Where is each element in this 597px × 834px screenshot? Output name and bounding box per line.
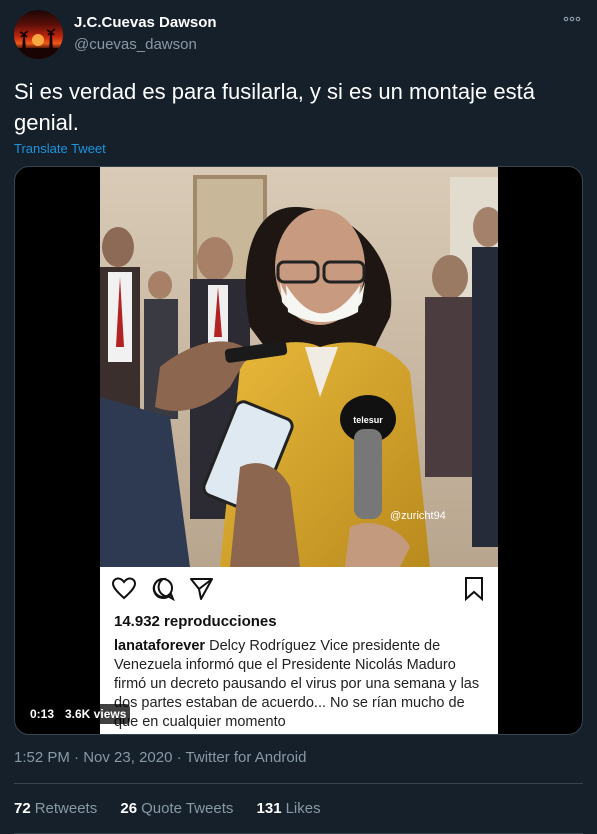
video-views-badge: 3.6K views xyxy=(61,704,131,724)
author-display-name[interactable]: J.C.Cuevas Dawson xyxy=(74,14,217,31)
likes-label: Likes xyxy=(285,800,321,817)
likes-count: 131 xyxy=(256,800,282,817)
heart-icon xyxy=(112,577,137,600)
quote-tweets-label: Quote Tweets xyxy=(141,800,234,817)
video-player[interactable]: telesur @zuricht94 14.932 reproducciones… xyxy=(14,166,583,735)
author-handle[interactable]: @cuevas_dawson xyxy=(74,36,197,53)
divider xyxy=(14,783,583,784)
translate-tweet-link[interactable]: Translate Tweet xyxy=(14,141,106,156)
tweet-time[interactable]: 1:52 PM xyxy=(14,749,70,766)
video-frame[interactable]: telesur @zuricht94 14.932 reproducciones… xyxy=(100,167,498,734)
tweet-stats: 72 Retweets 26 Quote Tweets 131 Likes xyxy=(14,800,340,817)
comment-icon xyxy=(152,577,175,601)
likes-stat[interactable]: 131 Likes xyxy=(257,800,321,817)
retweets-label: Retweets xyxy=(34,800,98,817)
meta-separator: · xyxy=(176,749,182,766)
tweet-meta: 1:52 PM · Nov 23, 2020 · Twitter for And… xyxy=(14,749,306,766)
retweets-count: 72 xyxy=(14,800,31,817)
caption-username: lanataforever xyxy=(114,638,206,654)
tweet-text: Si es verdad es para fusilarla, y si es … xyxy=(14,79,535,135)
avatar[interactable] xyxy=(14,10,63,59)
more-dots-icon[interactable] xyxy=(563,10,581,33)
video-timestamp-badge: 0:13 xyxy=(26,704,59,724)
retweets-stat[interactable]: 72 Retweets xyxy=(14,800,97,817)
video-watermark: @zuricht94 xyxy=(390,510,446,522)
instagram-caption: lanataforever Delcy Rodríguez Vice presi… xyxy=(114,637,489,732)
share-icon xyxy=(190,578,213,600)
quote-tweets-stat[interactable]: 26 Quote Tweets xyxy=(120,800,233,817)
reproducciones-count: 14.932 reproducciones xyxy=(114,613,277,630)
instagram-action-icons xyxy=(112,577,483,601)
mic-label: telesur xyxy=(353,415,383,425)
meta-separator: · xyxy=(74,749,80,766)
bookmark-icon xyxy=(465,577,483,601)
quote-tweets-count: 26 xyxy=(120,800,138,817)
video-still: telesur @zuricht94 xyxy=(100,167,498,567)
tweet-date[interactable]: Nov 23, 2020 xyxy=(83,749,172,766)
tweet-source[interactable]: Twitter for Android xyxy=(186,749,307,766)
